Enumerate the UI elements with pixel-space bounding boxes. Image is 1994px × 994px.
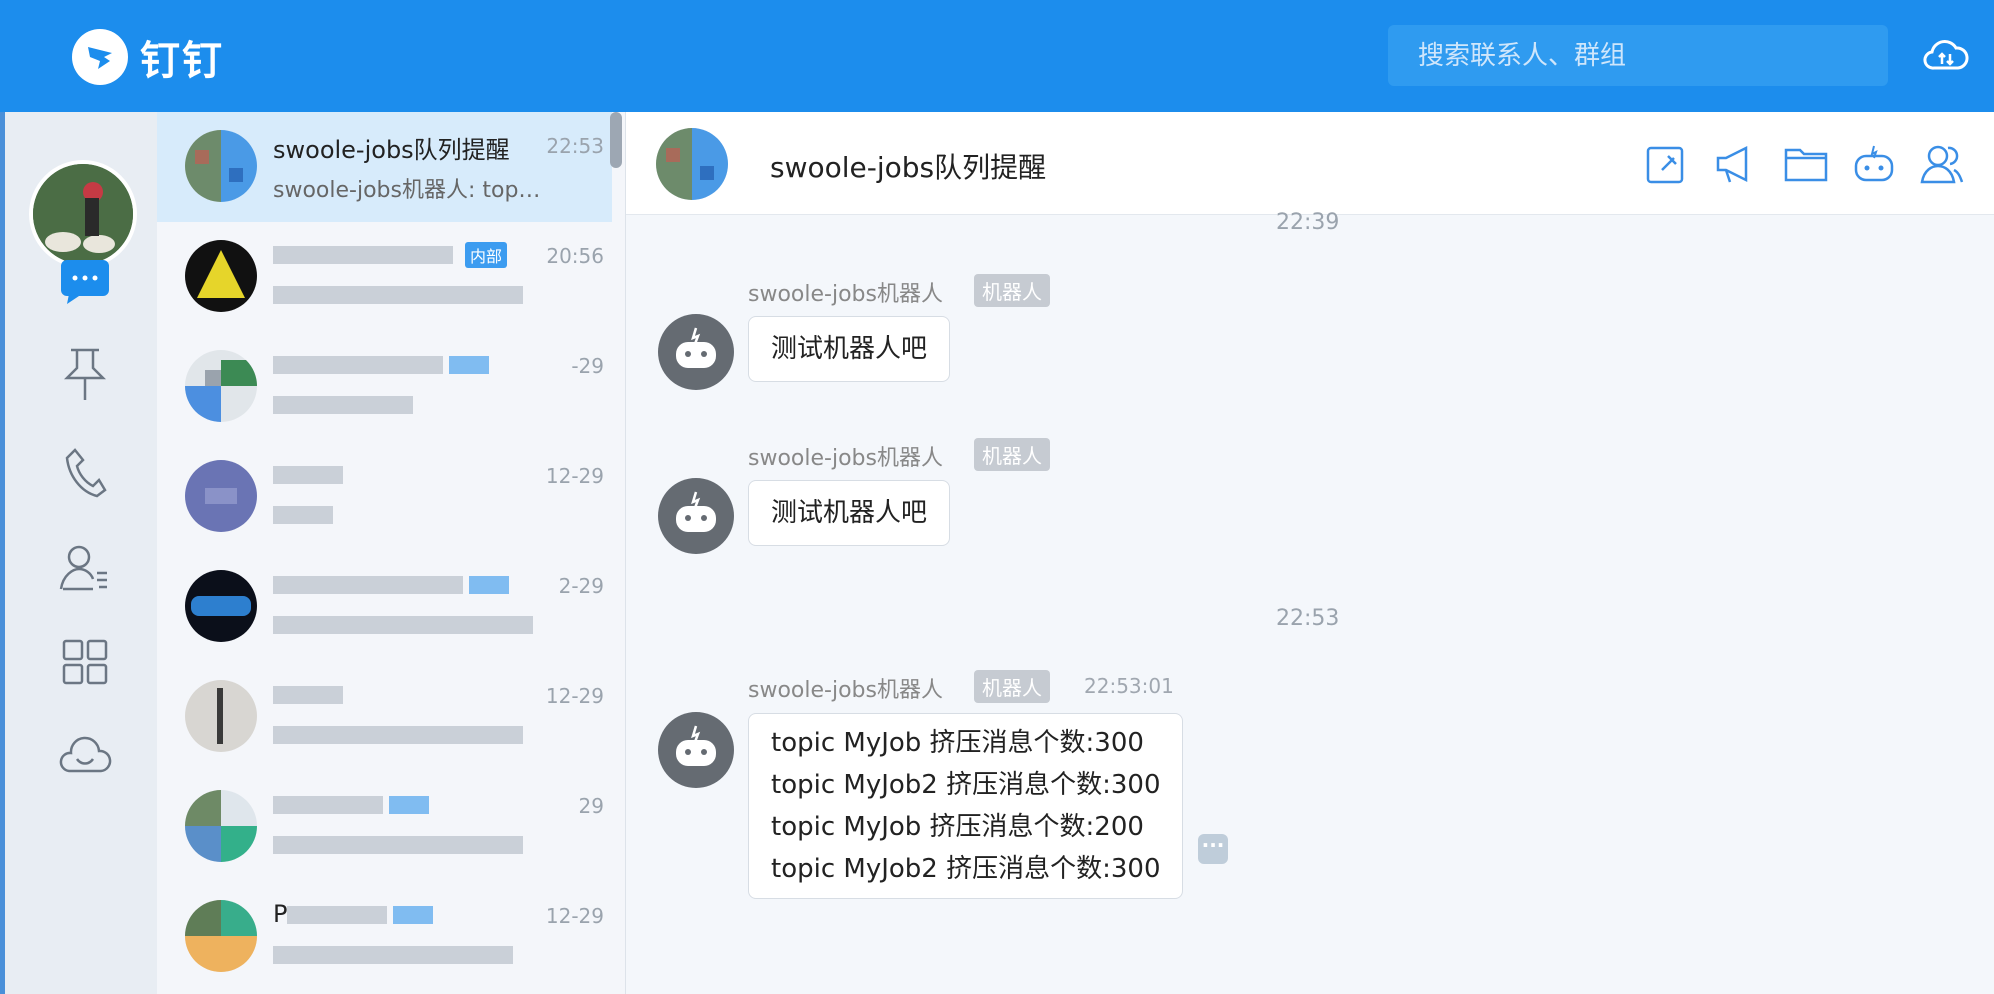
group-avatar [185, 900, 257, 972]
conversation-preview [273, 282, 543, 307]
conversation-title [273, 680, 533, 708]
conversation-title: swoole-jobs队列提醒 [273, 136, 510, 164]
time-divider: 22:39 [1276, 210, 1340, 235]
message-text: topic MyJob 挤压消息个数:300 [771, 728, 1144, 758]
group-avatar[interactable] [656, 128, 728, 200]
cloud-upload-icon[interactable] [1920, 30, 1972, 86]
apps-grid-icon[interactable] [55, 632, 115, 692]
more-options-icon[interactable]: ··· [1198, 834, 1228, 864]
conversation-list: swoole-jobs队列提醒 swoole-jobs机器人: topi... … [157, 112, 626, 994]
chat-bubble-icon[interactable] [55, 252, 115, 312]
phone-icon[interactable] [55, 442, 115, 502]
conversation-time: -29 [571, 354, 604, 378]
list-item[interactable]: P 12-29 [157, 882, 612, 992]
contact-avatar [185, 460, 257, 532]
list-item[interactable]: 12-29 [157, 442, 612, 552]
conversation-preview [273, 942, 543, 967]
conversation-title: P [273, 900, 533, 928]
conversation-preview [273, 832, 543, 857]
message-text: topic MyJob2 挤压消息个数:300 [771, 854, 1161, 884]
list-item[interactable]: 12-29 [157, 662, 612, 772]
conversation-preview [273, 392, 543, 417]
folder-icon[interactable] [1782, 140, 1830, 188]
search-input[interactable] [1388, 25, 1888, 86]
conversation-time: 20:56 [546, 244, 604, 268]
conversation-time: 22:53 [546, 134, 604, 158]
robot-badge: 机器人 [974, 274, 1050, 307]
contacts-icon[interactable] [55, 537, 115, 597]
robot-badge: 机器人 [974, 438, 1050, 471]
message-sender: swoole-jobs机器人 [748, 678, 943, 703]
robot-badge: 机器人 [974, 670, 1050, 703]
left-nav [0, 112, 157, 994]
conversation-time: 2-29 [558, 574, 604, 598]
conversation-preview: swoole-jobs机器人: topi... [273, 178, 543, 203]
conversation-title [273, 790, 533, 818]
conversation-title: 内部 [273, 240, 533, 268]
conversation-time: 29 [578, 794, 604, 818]
conversation-time: 12-29 [545, 904, 604, 928]
app-name: 钉钉 [140, 38, 224, 84]
search-box[interactable] [1388, 25, 1888, 86]
chat-panel: swoole-jobs队列提醒 22:39 swoole-jobs机器人 机器人… [626, 112, 1994, 994]
chat-header: swoole-jobs队列提醒 [626, 112, 1994, 215]
time-divider: 22:53 [1276, 606, 1340, 631]
cloud-icon[interactable] [55, 725, 115, 785]
pin-message-icon[interactable] [1642, 140, 1690, 188]
contact-avatar [185, 240, 257, 312]
top-bar: 钉钉 [0, 0, 1994, 112]
message-bubble[interactable]: topic MyJob 挤压消息个数:300 topic MyJob2 挤压消息… [748, 713, 1184, 899]
internal-badge: 内部 [465, 242, 508, 268]
robot-icon[interactable] [1850, 140, 1898, 188]
robot-avatar[interactable] [658, 314, 734, 390]
group-avatar [185, 130, 257, 202]
group-avatar [185, 350, 257, 422]
dingtalk-logo-icon [72, 29, 128, 85]
message-sender: swoole-jobs机器人 [748, 446, 943, 471]
conversation-time: 12-29 [545, 684, 604, 708]
robot-avatar[interactable] [658, 478, 734, 554]
conversation-preview [273, 612, 543, 637]
message-sender: swoole-jobs机器人 [748, 282, 943, 307]
conversation-title [273, 570, 533, 598]
list-item[interactable]: swoole-jobs队列提醒 swoole-jobs机器人: topi... … [157, 112, 612, 222]
members-icon[interactable] [1918, 140, 1966, 188]
pin-icon[interactable] [55, 344, 115, 404]
conversation-time: 12-29 [545, 464, 604, 488]
announcement-icon[interactable] [1712, 140, 1760, 188]
message-text: 测试机器人吧 [771, 334, 928, 364]
list-item[interactable]: 2-29 [157, 552, 612, 662]
message-timestamp: 22:53:01 [1084, 674, 1174, 698]
app-logo[interactable]: 钉钉 [72, 28, 224, 86]
list-item[interactable]: 29 [157, 772, 612, 882]
list-scrollbar[interactable] [610, 112, 622, 168]
conversation-preview [273, 502, 543, 527]
contact-avatar [185, 680, 257, 752]
conversation-title [273, 350, 533, 378]
conversation-title [273, 460, 533, 488]
list-item[interactable]: -29 [157, 332, 612, 442]
group-avatar [185, 790, 257, 862]
message-bubble[interactable]: 测试机器人吧 [748, 316, 951, 382]
robot-avatar[interactable] [658, 712, 734, 788]
message-text: topic MyJob2 挤压消息个数:300 [771, 770, 1161, 800]
chat-title: swoole-jobs队列提醒 [770, 151, 1047, 184]
conversation-preview [273, 722, 543, 747]
message-bubble[interactable]: 测试机器人吧 [748, 480, 951, 546]
message-text: 测试机器人吧 [771, 498, 928, 528]
list-item[interactable]: 内部 20:56 [157, 222, 612, 332]
message-text: topic MyJob 挤压消息个数:200 [771, 812, 1144, 842]
contact-avatar [185, 570, 257, 642]
